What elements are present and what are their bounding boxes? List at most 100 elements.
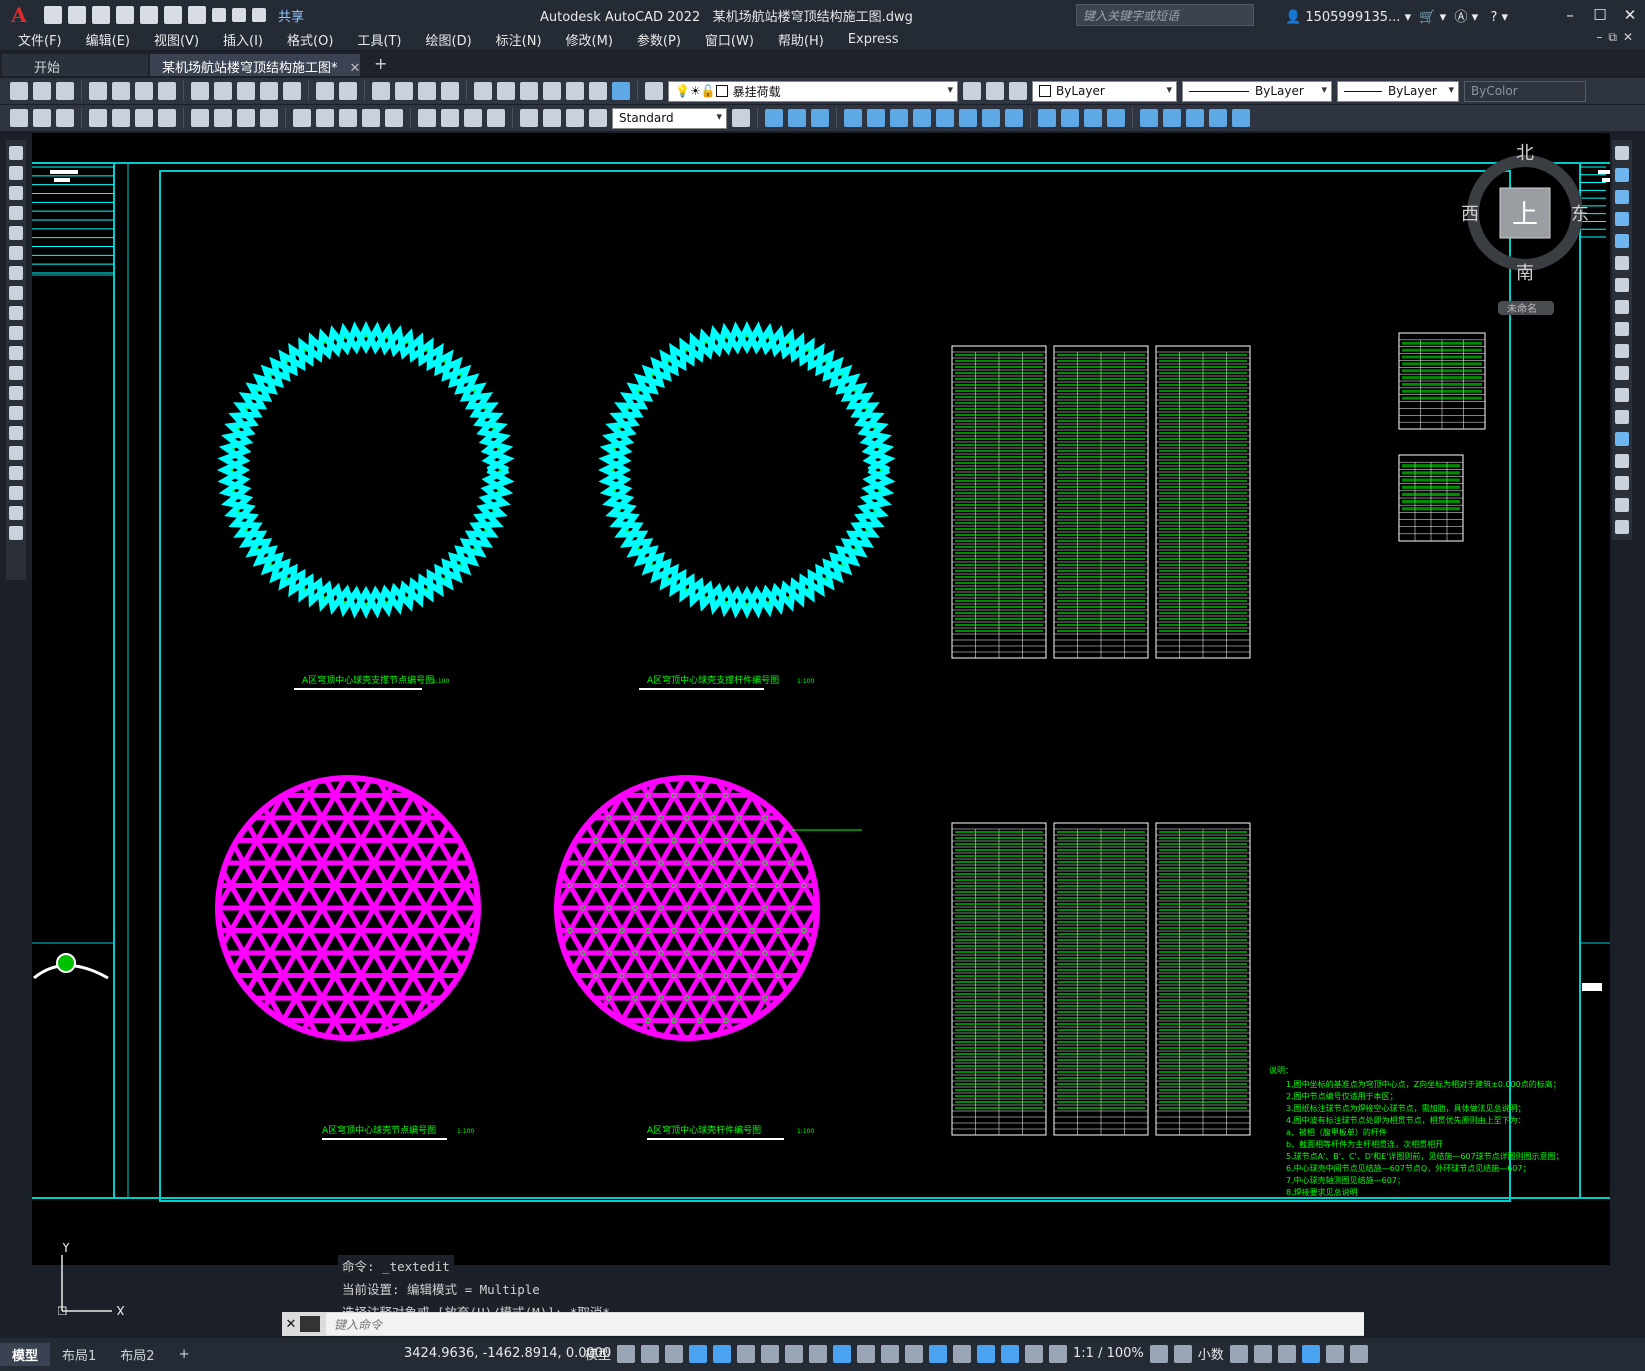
menu-modify[interactable]: 修改(M) [566, 30, 613, 49]
dimension-update-icon[interactable] [566, 109, 584, 127]
save-web-icon[interactable] [164, 6, 182, 24]
chamfer-icon[interactable] [1615, 454, 1629, 468]
undo-icon[interactable] [316, 82, 334, 100]
zoom-previous-icon[interactable] [441, 82, 459, 100]
draworder-icon[interactable] [1232, 109, 1250, 127]
model-space-button[interactable]: 模型 [585, 1344, 611, 1363]
viewcube[interactable]: 上 北 南 西 东 未命名 [1461, 143, 1589, 315]
offset-icon[interactable] [1615, 212, 1629, 226]
pan-icon[interactable] [372, 82, 390, 100]
multiline-text-icon[interactable] [9, 506, 23, 520]
jogged-radius-icon[interactable] [214, 109, 232, 127]
redo-icon[interactable] [232, 8, 246, 22]
tab-drawing[interactable]: 某机场航站楼穹顶结构施工图* ✕ [150, 54, 360, 76]
dynamic-ucs-icon[interactable] [929, 1344, 948, 1363]
clean-screen-icon[interactable] [1325, 1344, 1344, 1363]
block-editor-icon[interactable] [283, 82, 301, 100]
match-properties-icon[interactable] [260, 82, 278, 100]
move-icon[interactable] [890, 109, 908, 127]
new-icon[interactable] [10, 82, 28, 100]
trim-icon[interactable] [1615, 344, 1629, 358]
annotation-scale-icon[interactable] [1049, 1344, 1068, 1363]
rotate-icon[interactable] [1615, 278, 1629, 292]
layer-previous-icon[interactable] [986, 82, 1004, 100]
chamfer-icon[interactable] [1084, 109, 1102, 127]
close-tab-icon[interactable]: ✕ [350, 61, 361, 76]
save-icon[interactable] [56, 82, 74, 100]
dim-ordinate-icon[interactable] [112, 109, 130, 127]
menu-draw[interactable]: 绘图(D) [426, 30, 472, 49]
compass-south[interactable]: 南 [1516, 263, 1534, 284]
object-snap-icon[interactable] [809, 1344, 828, 1363]
cut-icon[interactable] [191, 82, 209, 100]
point-icon[interactable] [9, 406, 23, 420]
save-icon[interactable] [92, 6, 110, 24]
menu-edit[interactable]: 编辑(E) [86, 30, 130, 49]
fillet-icon[interactable] [1107, 109, 1125, 127]
command-input[interactable]: 键入命令 [326, 1313, 1364, 1335]
fillet-icon[interactable] [1615, 476, 1629, 490]
command-line-customize-icon[interactable] [300, 1316, 320, 1332]
rectangle-icon[interactable] [9, 226, 23, 240]
mirror-icon[interactable] [1615, 190, 1629, 204]
array-icon[interactable] [867, 109, 885, 127]
dim-jogged-icon[interactable] [135, 109, 153, 127]
polar-tracking-icon[interactable] [737, 1344, 756, 1363]
jogged-linear-icon[interactable] [487, 109, 505, 127]
new-file-icon[interactable] [44, 6, 62, 24]
lock-ui-icon[interactable] [1253, 1344, 1272, 1363]
annotation-monitor-icon[interactable] [1173, 1344, 1192, 1363]
selection-filter-icon[interactable] [953, 1344, 972, 1363]
plot-icon[interactable] [188, 6, 206, 24]
arc-length-icon[interactable] [56, 109, 74, 127]
open-web-icon[interactable] [140, 6, 158, 24]
break-icon[interactable] [1615, 410, 1629, 424]
isolate-objects-icon[interactable] [1277, 1344, 1296, 1363]
open-icon[interactable] [33, 82, 51, 100]
grid-icon[interactable] [617, 1344, 636, 1363]
3d-osnap-icon[interactable] [905, 1344, 924, 1363]
quick-properties-icon[interactable] [1229, 1344, 1248, 1363]
redo-icon[interactable] [339, 82, 357, 100]
document-window-controls[interactable]: –⧉✕ [1596, 30, 1639, 45]
object-snap-tracking-icon[interactable] [785, 1344, 804, 1363]
open-file-icon[interactable] [68, 6, 86, 24]
angular-dimension-icon[interactable] [260, 109, 278, 127]
layout-tab-model[interactable]: 模型 [0, 1343, 51, 1366]
tab-start[interactable]: 开始 [2, 54, 148, 76]
stretch-icon[interactable] [959, 109, 977, 127]
user-account[interactable]: 👤 1505999135... ▾ 🛒 ▾ Ⓐ ▾ ? ▾ [1285, 6, 1508, 25]
offset-icon[interactable] [844, 109, 862, 127]
stretch-icon[interactable] [1615, 322, 1629, 336]
annotation-scale-value[interactable]: 1:1 / 100% [1073, 1346, 1144, 1361]
quick-dimension-icon[interactable] [293, 109, 311, 127]
new-tab-button[interactable]: + [374, 54, 387, 76]
menu-format[interactable]: 格式(O) [287, 30, 333, 49]
copy-icon[interactable] [1615, 168, 1629, 182]
menu-window[interactable]: 窗口(W) [705, 30, 754, 49]
menu-parametric[interactable]: 参数(P) [637, 30, 681, 49]
compass-west[interactable]: 西 [1461, 204, 1479, 225]
close-button[interactable]: ✕ [1615, 0, 1645, 30]
linear-dimension-icon[interactable] [10, 109, 28, 127]
properties-icon[interactable] [474, 82, 492, 100]
join-icon[interactable] [1615, 432, 1629, 446]
dimension-edit-icon[interactable] [520, 109, 538, 127]
tolerance-icon[interactable] [418, 109, 436, 127]
customize-qat-icon[interactable] [252, 8, 266, 22]
explode-icon[interactable] [1615, 520, 1629, 534]
polygon-icon[interactable] [9, 206, 23, 220]
break-at-point-icon[interactable] [1615, 388, 1629, 402]
3d-print-icon[interactable] [158, 82, 176, 100]
zoom-window-icon[interactable] [418, 82, 436, 100]
cursor-coordinates[interactable]: 3424.9636, -1462.8914, 0.0000 [404, 1346, 611, 1361]
ellipse-arc-icon[interactable] [9, 346, 23, 360]
dimension-style-manager-icon[interactable] [732, 109, 750, 127]
inspection-icon[interactable] [464, 109, 482, 127]
sheet-set-icon[interactable] [543, 82, 561, 100]
layer-dropdown[interactable]: 💡☀🔓 暴挂荷载 [668, 80, 958, 102]
menu-file[interactable]: 文件(F) [18, 30, 62, 49]
pedit-icon[interactable] [1209, 109, 1227, 127]
ortho-icon[interactable] [713, 1344, 732, 1363]
gizmo-icon[interactable] [977, 1344, 996, 1363]
